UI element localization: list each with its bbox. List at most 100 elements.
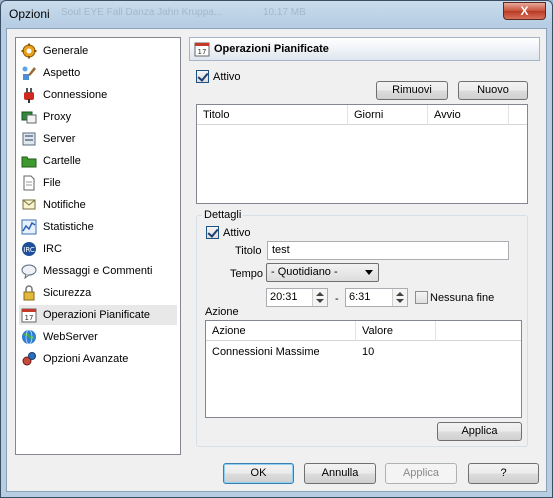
checkmark-icon	[206, 226, 219, 239]
sidebar-item-proxy[interactable]: Proxy	[19, 107, 177, 127]
sidebar-item-generale[interactable]: Generale	[19, 41, 177, 61]
sidebar-item-label: Opzioni Avanzate	[43, 353, 129, 365]
value-cell: 10	[362, 346, 375, 358]
time-label: Tempo	[230, 268, 264, 280]
column-avvio[interactable]: Avvio	[428, 105, 509, 125]
table-row[interactable]: Connessioni Massime 10	[206, 343, 521, 361]
column-valore[interactable]: Valore	[356, 321, 436, 341]
arrow-up-icon	[316, 292, 324, 296]
messages-icon	[21, 263, 37, 279]
svg-text:17: 17	[25, 314, 34, 322]
start-time-spinner[interactable]: 20:31	[266, 288, 328, 307]
checkmark-icon	[196, 70, 209, 83]
time-separator: -	[335, 293, 339, 305]
server-icon	[21, 131, 37, 147]
schedule-select-value: - Quotidiano -	[271, 266, 338, 278]
lock-icon	[21, 285, 37, 301]
irc-icon: IRC	[21, 241, 37, 257]
column-filler	[436, 321, 521, 341]
arrow-down-icon	[316, 299, 324, 303]
sidebar-item-label: Notifiche	[43, 199, 86, 211]
no-end-label: Nessuna fine	[430, 291, 495, 304]
folder-icon	[21, 153, 37, 169]
spinner-buttons[interactable]	[392, 289, 407, 306]
no-end-checkbox[interactable]: Nessuna fine	[415, 291, 494, 304]
help-button[interactable]: ?	[468, 463, 539, 484]
proxy-icon	[21, 109, 37, 125]
column-giorni[interactable]: Giorni	[348, 105, 428, 125]
title-bar[interactable]: Opzioni Soul EYE Fall Danza Jahn Kruppa.…	[1, 1, 552, 27]
arrow-up-icon	[396, 292, 404, 296]
plug-icon	[21, 87, 37, 103]
cancel-button[interactable]: Annulla	[304, 463, 376, 484]
close-icon: X	[520, 4, 529, 18]
sidebar-item-irc[interactable]: IRC IRC	[19, 239, 177, 259]
paintbrush-icon	[21, 65, 37, 81]
panel-header: 17 Operazioni Pianificate	[189, 37, 540, 61]
action-cell: Connessioni Massime	[212, 346, 320, 358]
calendar-icon: 17	[21, 307, 37, 323]
scheduled-tasks-table[interactable]: Titolo Giorni Avvio	[196, 104, 528, 204]
empty-checkbox-icon	[415, 291, 428, 304]
file-icon	[21, 175, 37, 191]
panel-title: Operazioni Pianificate	[214, 43, 329, 55]
sidebar-item-statistiche[interactable]: Statistiche	[19, 217, 177, 237]
sidebar-item-connessione[interactable]: Connessione	[19, 85, 177, 105]
end-time-value: 6:31	[349, 291, 371, 303]
background-window-text: Soul EYE Fall Danza Jahn Kruppa...	[61, 7, 223, 18]
sidebar-item-label: Server	[43, 133, 76, 145]
statistics-icon	[21, 219, 37, 235]
schedule-select[interactable]: - Quotidiano -	[266, 263, 379, 282]
window-title: Opzioni	[9, 7, 50, 21]
column-titolo[interactable]: Titolo	[197, 105, 348, 125]
title-input[interactable]: test	[267, 241, 509, 260]
sidebar-item-label: Statistiche	[43, 221, 94, 233]
svg-text:IRC: IRC	[23, 246, 35, 254]
sidebar-item-opzioni-avanzate[interactable]: Opzioni Avanzate	[19, 349, 177, 369]
apply-action-button[interactable]: Applica	[437, 422, 522, 441]
spinner-buttons[interactable]	[312, 289, 327, 306]
sidebar-item-label: Operazioni Pianificate	[43, 309, 151, 321]
sidebar-item-label: Aspetto	[43, 67, 81, 79]
sidebar-item-notifiche[interactable]: Notifiche	[19, 195, 177, 215]
apply-button[interactable]: Applica	[385, 463, 457, 484]
options-sidebar: Generale Aspetto Connessione Proxy Serve…	[15, 37, 181, 455]
sidebar-item-label: File	[43, 177, 61, 189]
title-label: Titolo	[235, 245, 262, 257]
sidebar-item-aspetto[interactable]: Aspetto	[19, 63, 177, 83]
column-azione[interactable]: Azione	[206, 321, 356, 341]
sidebar-item-label: Cartelle	[43, 155, 81, 167]
start-time-value: 20:31	[270, 291, 298, 303]
sidebar-item-label: Connessione	[43, 89, 108, 101]
sidebar-item-server[interactable]: Server	[19, 129, 177, 149]
advanced-icon	[21, 351, 37, 367]
action-label: Azione	[205, 306, 239, 318]
column-filler	[509, 105, 527, 125]
details-active-label: Attivo	[223, 226, 251, 239]
sidebar-item-cartelle[interactable]: Cartelle	[19, 151, 177, 171]
table-header: Titolo Giorni Avvio	[197, 105, 527, 125]
sidebar-item-file[interactable]: File	[19, 173, 177, 193]
globe-icon	[21, 329, 37, 345]
sidebar-item-label: Messaggi e Commenti	[43, 265, 153, 277]
new-button[interactable]: Nuovo	[458, 81, 528, 100]
sidebar-item-sicurezza[interactable]: Sicurezza	[19, 283, 177, 303]
sidebar-item-messaggi[interactable]: Messaggi e Commenti	[19, 261, 177, 281]
sidebar-item-label: Proxy	[43, 111, 72, 123]
sidebar-item-webserver[interactable]: WebServer	[19, 327, 177, 347]
arrow-down-icon	[396, 299, 404, 303]
close-button[interactable]: X	[503, 2, 546, 20]
table-header: Azione Valore	[206, 321, 521, 341]
ok-button[interactable]: OK	[223, 463, 294, 484]
details-group-label: Dettagli	[202, 209, 244, 221]
sidebar-item-operazioni-pianificate[interactable]: 17 Operazioni Pianificate	[19, 305, 177, 325]
details-active-checkbox[interactable]: Attivo	[206, 226, 251, 239]
dialog-client-area: Generale Aspetto Connessione Proxy Serve…	[6, 28, 547, 492]
calendar-icon: 17	[194, 41, 210, 57]
remove-button[interactable]: Rimuovi	[376, 81, 448, 100]
sidebar-item-label: WebServer	[43, 331, 98, 343]
active-checkbox[interactable]: Attivo	[196, 70, 241, 83]
chevron-down-icon	[365, 270, 373, 275]
end-time-spinner[interactable]: 6:31	[345, 288, 408, 307]
actions-table[interactable]: Azione Valore Connessioni Massime 10	[205, 320, 522, 418]
